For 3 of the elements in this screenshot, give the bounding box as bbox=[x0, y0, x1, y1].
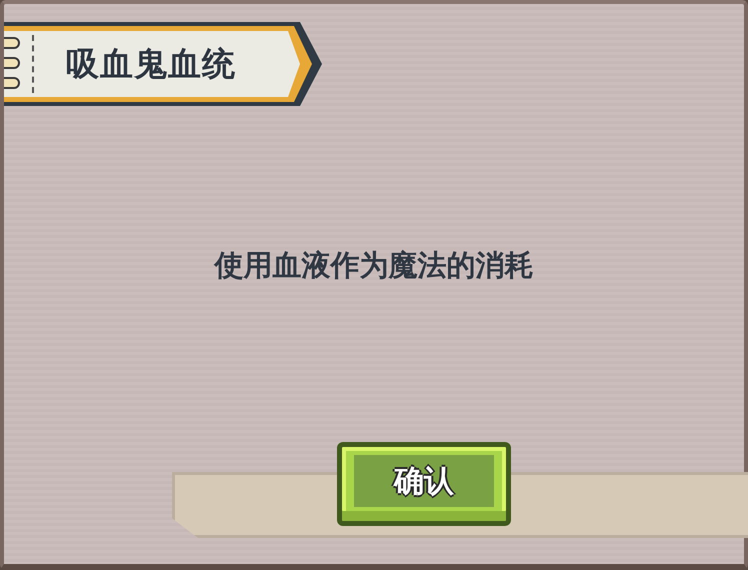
dialog-title: 吸血鬼血统 bbox=[66, 43, 236, 86]
confirm-button[interactable]: 确认 bbox=[337, 442, 511, 526]
message-text: 使用血液作为魔法的消耗 bbox=[212, 247, 534, 284]
